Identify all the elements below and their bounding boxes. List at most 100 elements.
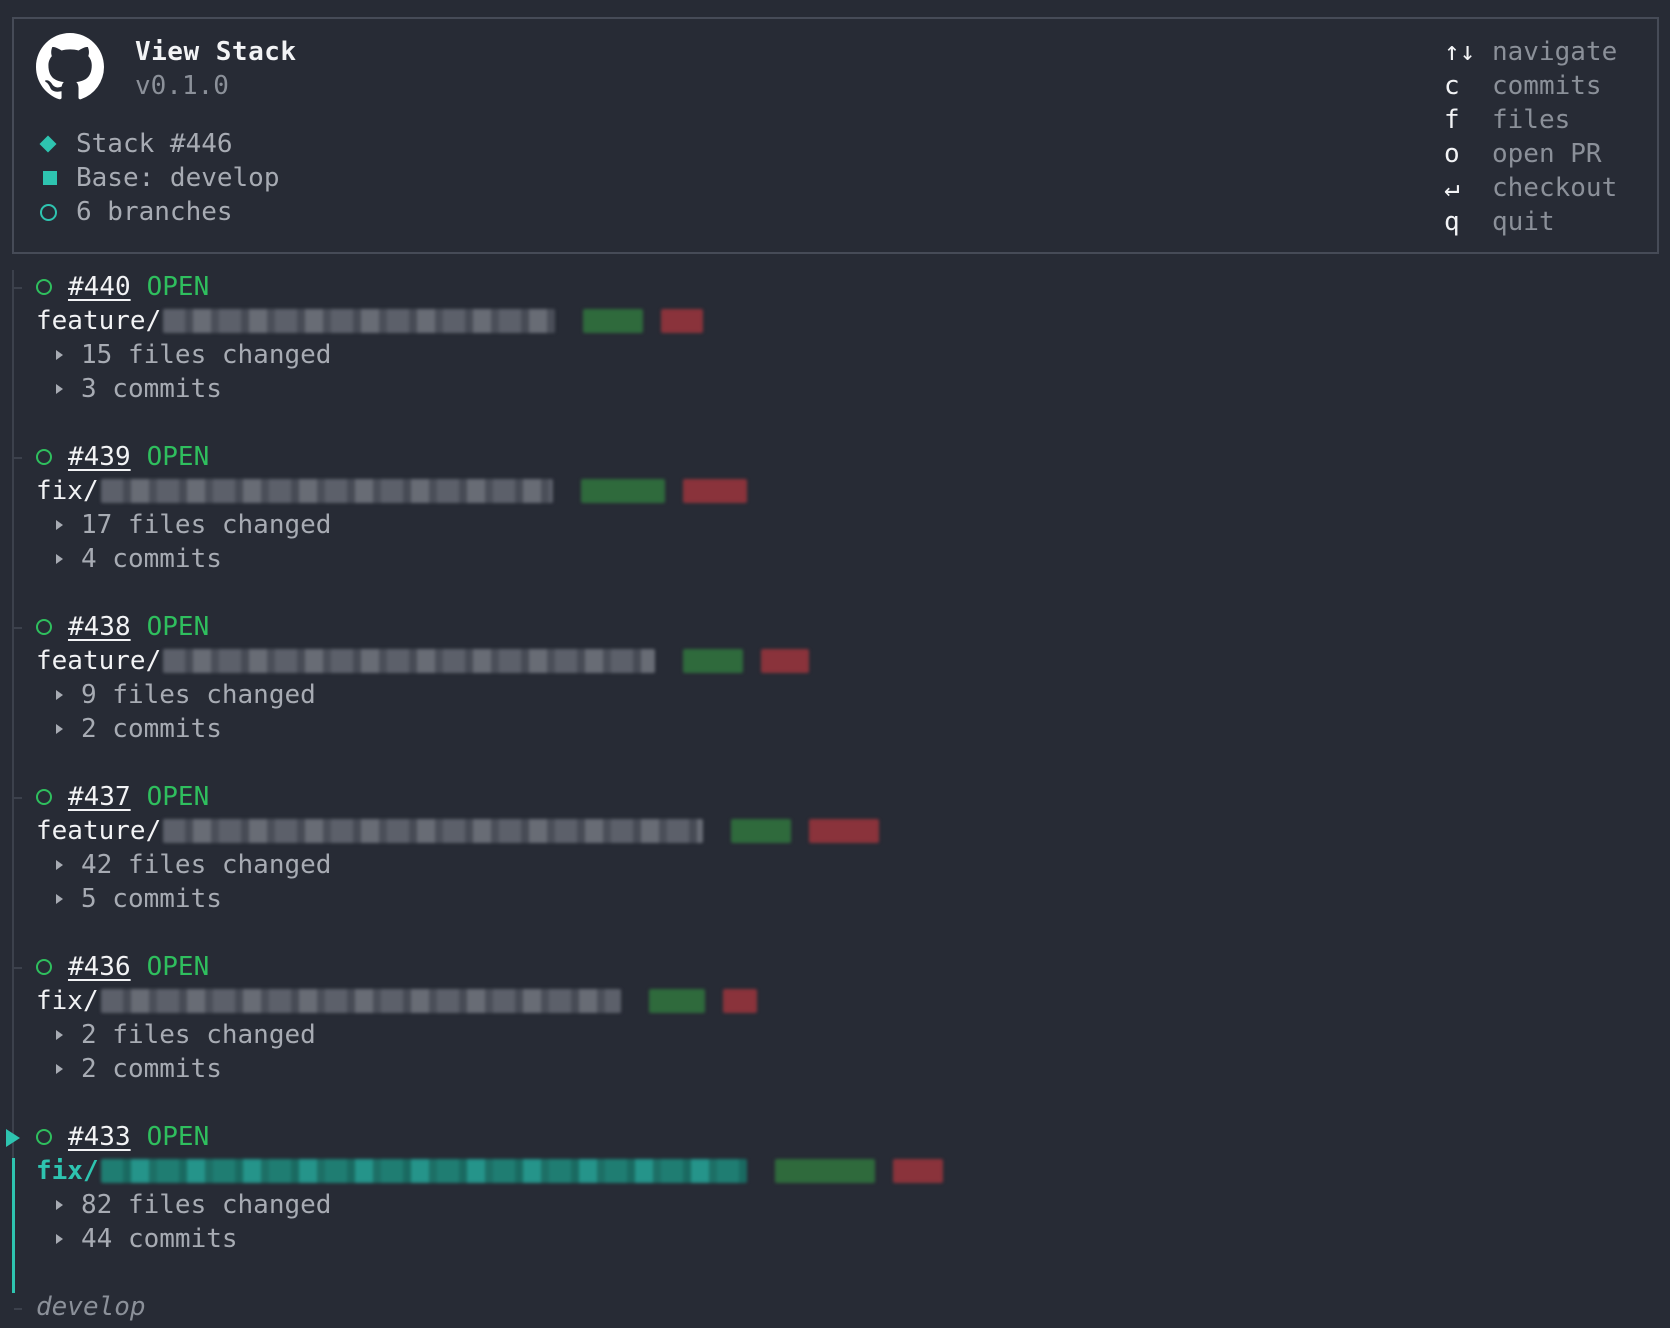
pr-number-link[interactable]: #439: [68, 442, 131, 472]
redacted-additions: [683, 649, 744, 673]
redacted-branch-name: [163, 819, 704, 843]
commits-toggle[interactable]: 4 commits: [56, 542, 222, 576]
diamond-icon: [39, 135, 57, 153]
stack-base: Base: develop: [76, 163, 280, 193]
redacted-additions: [731, 819, 792, 843]
pr-status-icon: [36, 1129, 52, 1145]
redacted-branch-name: [100, 989, 621, 1013]
redacted-additions: [583, 309, 644, 333]
pr-status-icon: [36, 959, 52, 975]
pr-status-icon: [36, 279, 52, 295]
redacted-additions: [774, 1159, 875, 1183]
caret-right-icon: [56, 350, 63, 360]
redacted-deletions: [682, 479, 747, 503]
return-icon: ↵: [1444, 173, 1460, 203]
pr-header: #433 OPEN: [36, 1120, 209, 1154]
pr-state-badge: OPEN: [146, 442, 210, 472]
key-files: f files: [1444, 105, 1571, 135]
commits-toggle[interactable]: 3 commits: [56, 372, 222, 406]
selection-cursor-icon: [6, 1129, 20, 1147]
tree-tick: [14, 797, 22, 799]
pr-number-link[interactable]: #438: [68, 612, 131, 642]
commits-toggle[interactable]: 2 commits: [56, 712, 222, 746]
branch-prefix: fix/: [36, 476, 99, 506]
caret-right-icon: [56, 860, 63, 870]
base-branch-label: develop: [36, 1292, 146, 1322]
tree-tick: [14, 457, 22, 459]
key-quit: q quit: [1444, 207, 1555, 237]
redacted-deletions: [722, 989, 757, 1013]
commits-toggle[interactable]: 2 commits: [56, 1052, 222, 1086]
pr-state-badge: OPEN: [146, 782, 210, 812]
github-icon: [36, 33, 104, 100]
redacted-additions: [580, 479, 665, 503]
stack-id: Stack #446: [76, 129, 233, 159]
square-icon: [43, 171, 57, 185]
branch-prefix: feature/: [36, 306, 162, 336]
branch-prefix: fix/: [36, 986, 99, 1016]
redacted-deletions: [761, 649, 810, 673]
caret-right-icon: [56, 554, 63, 564]
view-stack-app: View Stack v0.1.0 Stack #446 Base: devel…: [0, 0, 1670, 1328]
branch-prefix: feature/: [36, 816, 162, 846]
pr-header: #438 OPEN: [36, 610, 209, 644]
key-checkout: ↵ checkout: [1444, 173, 1618, 203]
files-changed-toggle[interactable]: 9 files changed: [56, 678, 316, 712]
redacted-branch-name: [163, 649, 656, 673]
pr-header: #440 OPEN: [36, 270, 209, 304]
redacted-additions: [648, 989, 705, 1013]
stack-info: Stack #446 Base: develop 6 branches: [38, 127, 280, 229]
caret-right-icon: [56, 384, 63, 394]
pr-header: #437 OPEN: [36, 780, 209, 814]
stack-branches-row: 6 branches: [38, 195, 280, 229]
app-version: v0.1.0: [135, 71, 229, 101]
pr-state-badge: OPEN: [146, 272, 210, 302]
pr-branch: feature/: [36, 304, 704, 338]
key-open-pr: o open PR: [1444, 139, 1602, 169]
redacted-deletions: [892, 1159, 943, 1183]
caret-right-icon: [56, 690, 63, 700]
pr-branch: feature/: [36, 814, 880, 848]
pr-status-icon: [36, 619, 52, 635]
pr-branch: feature/: [36, 644, 810, 678]
branch-prefix: fix/: [36, 1156, 99, 1186]
redacted-branch-name: [100, 1159, 747, 1183]
redacted-deletions: [809, 819, 880, 843]
app-title: View Stack: [135, 37, 297, 67]
tree-connector-active: [12, 1158, 15, 1293]
tree-tick: [14, 1308, 22, 1310]
circle-icon: [40, 203, 57, 221]
pr-header: #436 OPEN: [36, 950, 209, 984]
key-navigate: ↑↓ navigate: [1444, 37, 1618, 67]
header-panel: View Stack v0.1.0 Stack #446 Base: devel…: [12, 17, 1659, 254]
commits-toggle[interactable]: 44 commits: [56, 1222, 238, 1256]
caret-right-icon: [56, 724, 63, 734]
pr-number-link[interactable]: #437: [68, 782, 131, 812]
pr-number-link[interactable]: #433: [68, 1122, 131, 1152]
pr-header: #439 OPEN: [36, 440, 209, 474]
commits-toggle[interactable]: 5 commits: [56, 882, 222, 916]
pr-branch: fix/: [36, 984, 757, 1018]
pr-number-link[interactable]: #440: [68, 272, 131, 302]
pr-state-badge: OPEN: [146, 1122, 210, 1152]
keybinding-help: ↑↓ navigate c commits f files o open PR …: [1444, 35, 1617, 239]
branch-prefix: feature/: [36, 646, 162, 676]
pr-state-badge: OPEN: [146, 952, 210, 982]
stack-base-row: Base: develop: [38, 161, 280, 195]
key-commits: c commits: [1444, 71, 1602, 101]
files-changed-toggle[interactable]: 17 files changed: [56, 508, 331, 542]
files-changed-toggle[interactable]: 42 files changed: [56, 848, 331, 882]
caret-right-icon: [56, 1030, 63, 1040]
redacted-branch-name: [163, 309, 556, 333]
caret-right-icon: [56, 520, 63, 530]
files-changed-toggle[interactable]: 82 files changed: [56, 1188, 331, 1222]
pr-number-link[interactable]: #436: [68, 952, 131, 982]
pr-status-icon: [36, 449, 52, 465]
files-changed-toggle[interactable]: 2 files changed: [56, 1018, 316, 1052]
pr-status-icon: [36, 789, 52, 805]
redacted-deletions: [661, 309, 704, 333]
arrows-up-down-icon: ↑↓: [1444, 37, 1476, 67]
files-changed-toggle[interactable]: 15 files changed: [56, 338, 331, 372]
tree-tick: [14, 287, 22, 289]
tree-tick: [14, 627, 22, 629]
